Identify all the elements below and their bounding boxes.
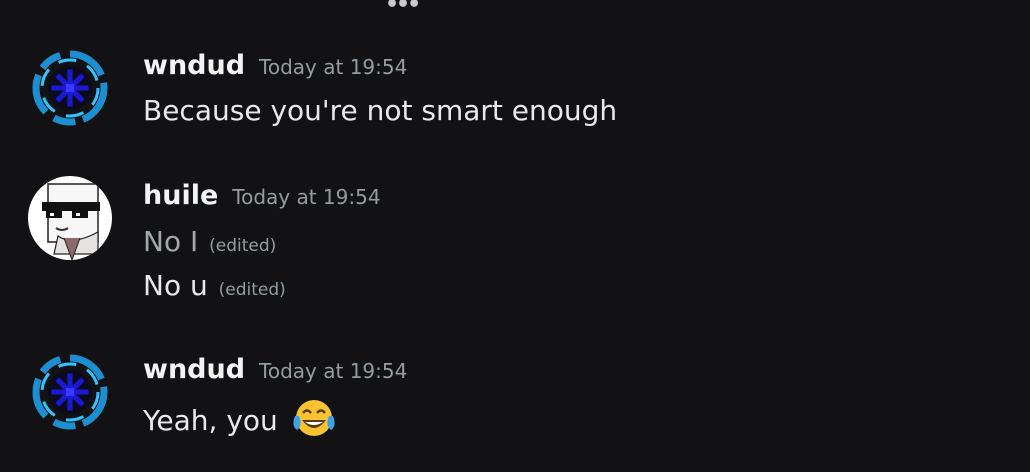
blue-snowflake-avatar-icon <box>26 348 114 436</box>
edited-label: (edited) <box>209 236 277 256</box>
more-messages-indicator: ••• <box>385 0 421 17</box>
username[interactable]: wndud <box>143 50 245 81</box>
message-content: Because you're not smart enough <box>143 94 618 127</box>
username[interactable]: wndud <box>143 354 245 385</box>
message-text: Yeah, you <box>143 398 337 445</box>
message-header: wndud Today at 19:54 <box>143 50 407 81</box>
message-content: Yeah, you <box>143 404 278 437</box>
message-text: No I (edited) <box>143 225 276 258</box>
avatar[interactable] <box>26 44 114 132</box>
message-text: Because you're not smart enough <box>143 94 617 127</box>
timestamp[interactable]: Today at 19:54 <box>259 55 407 79</box>
message-header: huile Today at 19:54 <box>143 180 381 211</box>
blue-snowflake-avatar-icon <box>26 44 114 132</box>
tears-of-joy-emoji-icon <box>291 398 337 445</box>
timestamp[interactable]: Today at 19:54 <box>259 359 407 383</box>
message-text: No u (edited) <box>143 269 286 302</box>
message-content: No I <box>143 225 199 258</box>
edited-label: (edited) <box>218 280 286 300</box>
sunglasses-character-avatar-icon <box>28 176 112 260</box>
avatar[interactable] <box>26 348 114 436</box>
timestamp[interactable]: Today at 19:54 <box>232 185 380 209</box>
avatar[interactable] <box>28 176 112 260</box>
message-header: wndud Today at 19:54 <box>143 354 407 385</box>
message-content: No u <box>143 269 208 302</box>
username[interactable]: huile <box>143 180 218 211</box>
